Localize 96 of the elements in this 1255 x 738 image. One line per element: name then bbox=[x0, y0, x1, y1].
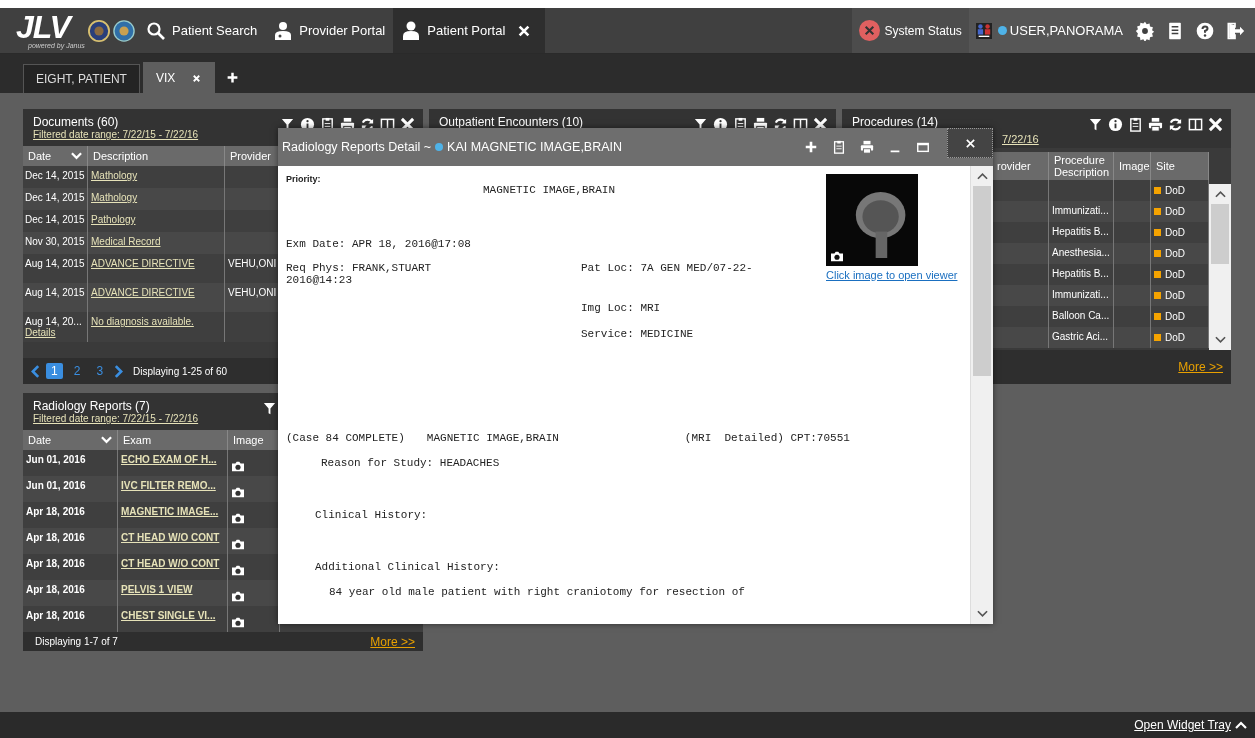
document-link[interactable]: ADVANCE DIRECTIVE bbox=[91, 287, 221, 298]
patient-location-continued: 2016@14:23 bbox=[286, 274, 353, 286]
more-link[interactable]: More >> bbox=[1178, 360, 1223, 374]
exam-link[interactable]: CT HEAD W/O CONT bbox=[121, 558, 224, 569]
requesting-physician: Req Phys: FRANK,STUART bbox=[286, 262, 433, 274]
page-number[interactable]: 3 bbox=[91, 363, 109, 379]
procedure-cell: Hepatitis B... bbox=[1052, 226, 1110, 237]
history-text: 84 year old male patient with right craniotomy for resection of bbox=[329, 586, 746, 598]
column-header[interactable]: Date bbox=[23, 430, 118, 450]
procedure-cell: Gastric Aci... bbox=[1052, 331, 1110, 342]
date-cell: Nov 30, 2015 bbox=[25, 236, 85, 247]
document-link[interactable]: ADVANCE DIRECTIVE bbox=[91, 258, 221, 269]
report-title: MAGNETIC IMAGE,BRAIN bbox=[483, 184, 617, 196]
document-link[interactable]: Medical Record bbox=[91, 236, 221, 247]
imaging-location: Img Loc: MRI bbox=[581, 302, 662, 314]
patient-tab[interactable]: EIGHT, PATIENT bbox=[23, 64, 140, 93]
date-cell-text: Jun 01, 2016 bbox=[26, 480, 87, 491]
app-logo: JLV bbox=[16, 12, 88, 42]
date-range-link[interactable]: 7/22/16 bbox=[1002, 133, 1039, 145]
date-cell: Aug 14, 2015 bbox=[25, 287, 85, 298]
exam-date: Exm Date: APR 18, 2016@17:08 bbox=[286, 238, 472, 250]
priority-label: Priority: bbox=[286, 174, 322, 184]
widget-title: Outpatient Encounters (10) bbox=[439, 115, 584, 129]
date-cell-text: Aug 14, 20... bbox=[25, 316, 83, 327]
date-range-link[interactable]: Filtered date range: 7/22/15 - 7/22/16 bbox=[33, 413, 199, 424]
more-link[interactable]: More >> bbox=[370, 634, 415, 649]
widget-title: Documents (60) bbox=[33, 115, 120, 129]
document-link[interactable]: Mathology bbox=[91, 192, 221, 203]
exam-link[interactable]: MAGNETIC IMAGE... bbox=[121, 506, 224, 517]
date-cell-text: Apr 18, 2016 bbox=[26, 610, 86, 621]
widget-title: Procedures (14) bbox=[852, 115, 940, 129]
portal-tab[interactable]: Patient Search bbox=[138, 8, 266, 53]
document-link[interactable]: No diagnosis available. bbox=[91, 316, 221, 327]
portal-tab[interactable]: Provider Portal bbox=[265, 8, 394, 53]
user-name[interactable]: USER,PANORAMA bbox=[1009, 23, 1123, 38]
site-cell: DoD bbox=[1165, 185, 1185, 196]
window-title: Radiology Reports Detail ~ bbox=[282, 140, 432, 154]
page-number[interactable]: 2 bbox=[68, 363, 86, 379]
date-cell: Dec 14, 2015 bbox=[25, 192, 85, 203]
column-header[interactable]: Description bbox=[88, 146, 225, 166]
procedure-cell: Balloon Ca... bbox=[1052, 310, 1110, 321]
date-cell-text: Jun 01, 2016 bbox=[26, 454, 87, 465]
column-header[interactable]: rovider bbox=[992, 152, 1049, 180]
document-link[interactable]: Mathology bbox=[91, 170, 221, 181]
case-status: (Case 84 COMPLETE) bbox=[286, 432, 405, 444]
exam-link[interactable]: CHEST SINGLE VI... bbox=[121, 610, 224, 621]
site-cell: DoD bbox=[1165, 290, 1185, 301]
date-range-link[interactable]: Filtered date range: 7/22/15 - 7/22/16 bbox=[33, 129, 199, 140]
document-link[interactable]: Pathology bbox=[91, 214, 221, 225]
site-cell: DoD bbox=[1165, 227, 1185, 238]
patient-name: KAI MAGNETIC IMAGE,BRAIN bbox=[447, 140, 623, 154]
portal-tab[interactable]: Patient Portal bbox=[393, 8, 546, 53]
case-exam: MAGNETIC IMAGE,BRAIN bbox=[426, 432, 560, 444]
column-header[interactable]: Provider bbox=[225, 146, 279, 166]
column-header[interactable]: Date bbox=[23, 146, 88, 166]
date-cell-text: Apr 18, 2016 bbox=[26, 558, 86, 569]
section-heading: Clinical History: bbox=[315, 509, 429, 521]
section-heading: Additional Clinical History: bbox=[315, 561, 501, 573]
open-viewer-link[interactable]: Click image to open viewer bbox=[826, 269, 958, 281]
exam-link[interactable]: IVC FILTER REMO... bbox=[121, 480, 224, 491]
exam-link[interactable]: CT HEAD W/O CONT bbox=[121, 532, 224, 543]
site-cell: DoD bbox=[1165, 311, 1185, 322]
exam-link[interactable]: PELVIS 1 VIEW bbox=[121, 584, 224, 595]
procedure-cell: Hepatitis B... bbox=[1052, 268, 1110, 279]
system-status-button[interactable]: System Status bbox=[852, 8, 969, 53]
procedure-cell: Immunizati... bbox=[1052, 205, 1110, 216]
column-header[interactable]: Image bbox=[1114, 152, 1151, 180]
site-cell: DoD bbox=[1165, 206, 1185, 217]
site-cell: DoD bbox=[1165, 332, 1185, 343]
date-cell-text: Apr 18, 2016 bbox=[26, 506, 86, 517]
widget-title: Radiology Reports (7) bbox=[33, 399, 151, 413]
reason-for-study: Reason for Study: HEADACHES bbox=[321, 457, 501, 469]
service: Service: MEDICINE bbox=[581, 328, 695, 340]
column-header[interactable]: Procedure Description bbox=[1049, 152, 1114, 180]
open-widget-tray-link[interactable]: Open Widget Tray bbox=[1134, 718, 1231, 732]
exam-link[interactable]: ECHO EXAM OF H... bbox=[121, 454, 224, 465]
patient-location: Pat Loc: 7A GEN MED/07-22- bbox=[581, 262, 753, 274]
provider-cell: VEHU,ONI bbox=[228, 258, 275, 269]
column-header[interactable]: Site bbox=[1151, 152, 1209, 180]
patient-tab[interactable]: VIX bbox=[142, 62, 216, 93]
details-link[interactable]: Details bbox=[25, 327, 85, 338]
date-cell-text: Apr 18, 2016 bbox=[26, 584, 86, 595]
provider-cell: VEHU,ONI bbox=[228, 287, 275, 298]
paging-status: Displaying 1-7 of 7 bbox=[35, 636, 118, 647]
date-cell: Dec 14, 2015 bbox=[25, 214, 85, 225]
paging-status: Displaying 1-25 of 60 bbox=[133, 365, 227, 377]
column-header[interactable]: Exam bbox=[118, 430, 228, 450]
site-cell: DoD bbox=[1165, 248, 1185, 259]
site-cell: DoD bbox=[1165, 269, 1185, 280]
date-cell: Dec 14, 2015 bbox=[25, 170, 85, 181]
column-header[interactable]: Image bbox=[228, 430, 280, 450]
case-cpt: (MRI Detailed) CPT:70551 bbox=[684, 432, 850, 444]
date-cell-text: Apr 18, 2016 bbox=[26, 532, 86, 543]
procedure-cell: Immunizati... bbox=[1052, 289, 1110, 300]
procedure-cell: Anesthesia... bbox=[1052, 247, 1110, 258]
date-cell: Aug 14, 2015 bbox=[25, 258, 85, 269]
